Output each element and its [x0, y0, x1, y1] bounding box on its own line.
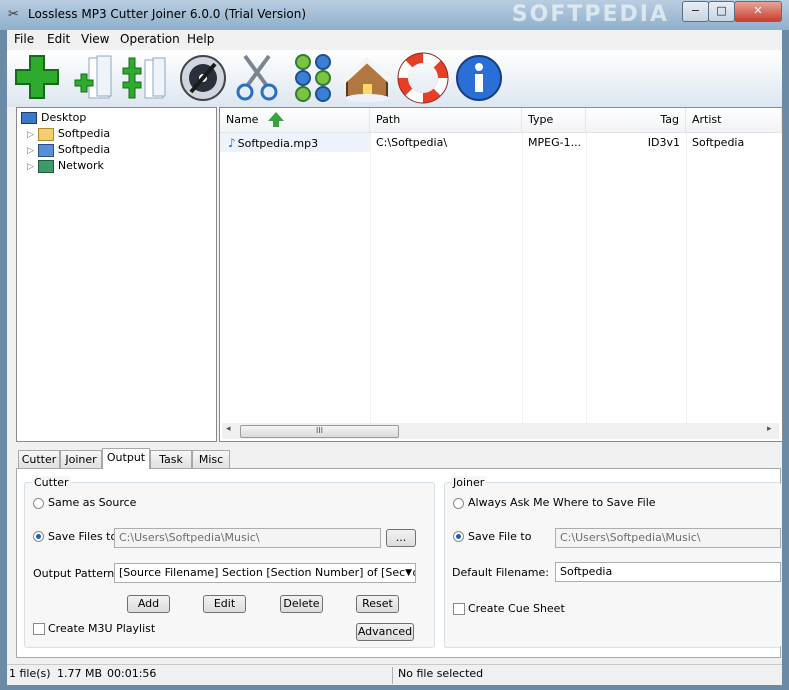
same-as-source-label[interactable]: Same as Source — [48, 496, 136, 509]
tree-item-desktop[interactable]: Desktop — [21, 110, 86, 126]
column-path[interactable]: Path — [370, 108, 522, 132]
expand-arrow-icon[interactable]: ▷ — [27, 162, 34, 172]
app-icon: ✂ — [8, 7, 19, 22]
status-bar: 1 file(s) 1.77 MB 00:01:56 No file selec… — [7, 664, 782, 685]
always-ask-radio[interactable] — [453, 498, 464, 509]
tab-misc[interactable]: Misc — [192, 450, 230, 468]
help-icon[interactable] — [397, 52, 449, 104]
chevron-down-icon[interactable]: ▼ — [405, 564, 412, 582]
status-duration: 00:01:56 — [107, 667, 157, 680]
menu-view[interactable]: View — [81, 32, 109, 46]
cd-icon[interactable] — [177, 52, 229, 104]
joiner-save-path-field[interactable]: C:\Users\Softpedia\Music\ — [555, 528, 781, 548]
tab-cutter[interactable]: Cutter — [18, 450, 60, 468]
add-file-icon[interactable] — [12, 52, 64, 104]
cell-tag: ID3v1 — [647, 136, 680, 149]
add-button[interactable]: Add — [127, 595, 170, 613]
column-name[interactable]: Name — [220, 108, 370, 132]
always-ask-label[interactable]: Always Ask Me Where to Save File — [468, 496, 656, 509]
close-button[interactable]: ✕ — [734, 1, 782, 22]
tab-task[interactable]: Task — [150, 450, 192, 468]
sort-up-arrow-stem — [273, 121, 279, 127]
cell-artist: Softpedia — [692, 136, 745, 149]
status-selection: No file selected — [398, 667, 484, 680]
add-folder-icon[interactable] — [121, 52, 173, 104]
toolbar — [7, 50, 782, 107]
create-cue-label[interactable]: Create Cue Sheet — [468, 602, 565, 615]
join-icon[interactable] — [287, 52, 339, 104]
status-file-count: 1 file(s) — [9, 667, 51, 680]
computer-icon — [37, 143, 54, 157]
folder-icon — [37, 127, 54, 141]
save-file-to-label[interactable]: Save File to — [468, 530, 531, 543]
expand-arrow-icon[interactable]: ▷ — [27, 146, 34, 156]
network-icon — [37, 159, 54, 173]
tree-item-network[interactable]: ▷ Network — [27, 158, 104, 174]
output-pattern-select[interactable]: [Source Filename] Section [Section Numbe… — [114, 563, 416, 583]
sort-up-arrow-icon — [268, 112, 284, 121]
menu-bar: File Edit View Operation Help — [7, 30, 782, 50]
cell-name: ♪ Softpedia.mp3 — [228, 136, 319, 150]
tab-joiner[interactable]: Joiner — [60, 450, 102, 468]
menu-file[interactable]: File — [14, 32, 34, 46]
cell-path: C:\Softpedia\ — [376, 136, 448, 149]
column-divider — [686, 133, 687, 423]
status-divider — [392, 667, 393, 684]
menu-edit[interactable]: Edit — [47, 32, 70, 46]
delete-button[interactable]: Delete — [280, 595, 323, 613]
minimize-button[interactable]: − — [682, 1, 709, 22]
folder-tree[interactable]: Desktop ▷ Softpedia ▷ Softpedia ▷ Network — [16, 107, 217, 442]
create-m3u-label[interactable]: Create M3U Playlist — [48, 622, 155, 635]
tree-item-computer[interactable]: ▷ Softpedia — [27, 142, 110, 158]
edit-button[interactable]: Edit — [203, 595, 246, 613]
menu-help[interactable]: Help — [187, 32, 214, 46]
tree-item-folder[interactable]: ▷ Softpedia — [27, 126, 110, 142]
menu-operation[interactable]: Operation — [120, 32, 180, 46]
same-as-source-radio[interactable] — [33, 498, 44, 509]
save-files-to-radio[interactable] — [33, 531, 44, 542]
music-note-icon: ♪ — [228, 136, 236, 150]
file-list[interactable]: Name Path Type Tag Artist ♪ Softpedia.mp3… — [219, 107, 783, 442]
horizontal-scrollbar[interactable]: ◂ III ▸ — [222, 423, 779, 439]
desktop-icon — [21, 112, 37, 124]
maximize-button[interactable]: □ — [708, 1, 735, 22]
save-files-to-label[interactable]: Save Files to — [48, 530, 117, 543]
cell-type: MPEG-1... — [528, 136, 582, 149]
cutter-group-label: Cutter — [32, 476, 71, 489]
status-size: 1.77 MB — [57, 667, 103, 680]
cutter-save-path-field[interactable]: C:\Users\Softpedia\Music\ — [114, 528, 381, 548]
column-type[interactable]: Type — [522, 108, 586, 132]
create-cue-checkbox[interactable] — [453, 603, 465, 615]
list-header: Name Path Type Tag Artist — [220, 108, 782, 133]
column-divider — [370, 133, 371, 423]
window-title: Lossless MP3 Cutter Joiner 6.0.0 (Trial … — [28, 7, 307, 21]
create-m3u-checkbox[interactable] — [33, 623, 45, 635]
scroll-thumb[interactable]: III — [240, 425, 399, 438]
scroll-left-arrow-icon[interactable]: ◂ — [226, 424, 231, 434]
scroll-right-arrow-icon[interactable]: ▸ — [767, 424, 772, 434]
expand-arrow-icon[interactable]: ▷ — [27, 130, 34, 140]
cut-icon[interactable] — [231, 52, 283, 104]
about-icon[interactable] — [453, 52, 505, 104]
home-icon[interactable] — [341, 52, 393, 104]
default-filename-label: Default Filename: — [452, 566, 549, 579]
joiner-group-label: Joiner — [451, 476, 487, 489]
column-tag[interactable]: Tag — [586, 108, 686, 132]
column-artist[interactable]: Artist — [686, 108, 782, 132]
title-bar: ✂ Lossless MP3 Cutter Joiner 6.0.0 (Tria… — [0, 0, 789, 30]
add-files-icon[interactable] — [67, 52, 119, 104]
save-file-to-radio[interactable] — [453, 531, 464, 542]
default-filename-input[interactable]: Softpedia — [555, 562, 781, 582]
reset-button[interactable]: Reset — [356, 595, 399, 613]
output-pattern-label: Output Pattern: — [33, 567, 118, 580]
tab-output[interactable]: Output — [102, 448, 150, 469]
watermark: SOFTPEDIA — [511, 2, 669, 27]
column-divider — [522, 133, 523, 423]
column-divider — [586, 133, 587, 423]
advanced-button[interactable]: Advanced — [356, 623, 414, 641]
browse-button[interactable]: ... — [386, 529, 416, 547]
